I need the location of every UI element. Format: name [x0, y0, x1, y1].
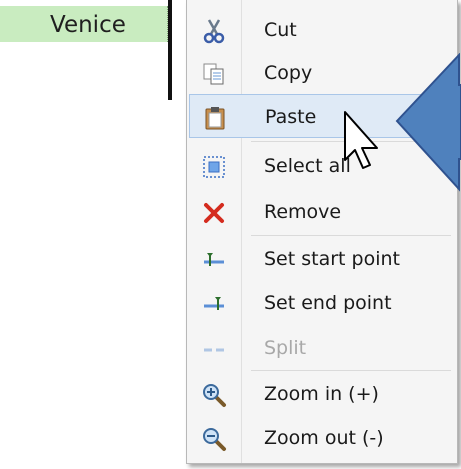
menu-item-label: Set start point	[264, 248, 400, 270]
zoom-out-icon	[201, 426, 227, 452]
menu-item-label: Zoom out (-)	[264, 427, 384, 449]
menu-item-set-start-point[interactable]: Set start point	[187, 237, 457, 281]
menu-item-cut[interactable]: Cut	[187, 8, 457, 52]
menu-item-label: Copy	[264, 62, 313, 84]
menu-separator	[251, 235, 451, 236]
menu-item-set-end-point[interactable]: Set end point	[187, 281, 457, 325]
venice-clip-label[interactable]: Venice	[0, 6, 168, 42]
menu-item-label: Zoom in (+)	[264, 383, 379, 405]
end-point-icon	[201, 291, 227, 317]
copy-icon	[201, 61, 227, 87]
zoom-in-icon	[201, 382, 227, 408]
scissors-icon	[201, 18, 227, 44]
menu-item-zoom-in[interactable]: Zoom in (+)	[187, 372, 457, 416]
menu-item-zoom-out[interactable]: Zoom out (-)	[187, 416, 457, 460]
menu-item-label: Split	[264, 337, 307, 359]
menu-item-label: Paste	[265, 106, 317, 128]
timeline-marker	[168, 0, 172, 100]
red-x-icon	[201, 200, 227, 226]
venice-label-text: Venice	[50, 12, 126, 38]
menu-item-label: Select all	[264, 155, 351, 177]
start-point-icon	[201, 247, 227, 273]
menu-item-label: Set end point	[264, 292, 392, 314]
menu-item-split: Split	[187, 326, 457, 370]
menu-item-label: Remove	[264, 201, 342, 223]
left-pointing-arrow-icon	[395, 53, 461, 192]
split-icon	[201, 336, 227, 362]
menu-item-label: Cut	[264, 19, 297, 41]
select-all-icon	[201, 154, 227, 180]
menu-separator	[251, 370, 451, 371]
mouse-cursor-icon	[344, 111, 378, 169]
clipboard-icon	[202, 105, 228, 131]
